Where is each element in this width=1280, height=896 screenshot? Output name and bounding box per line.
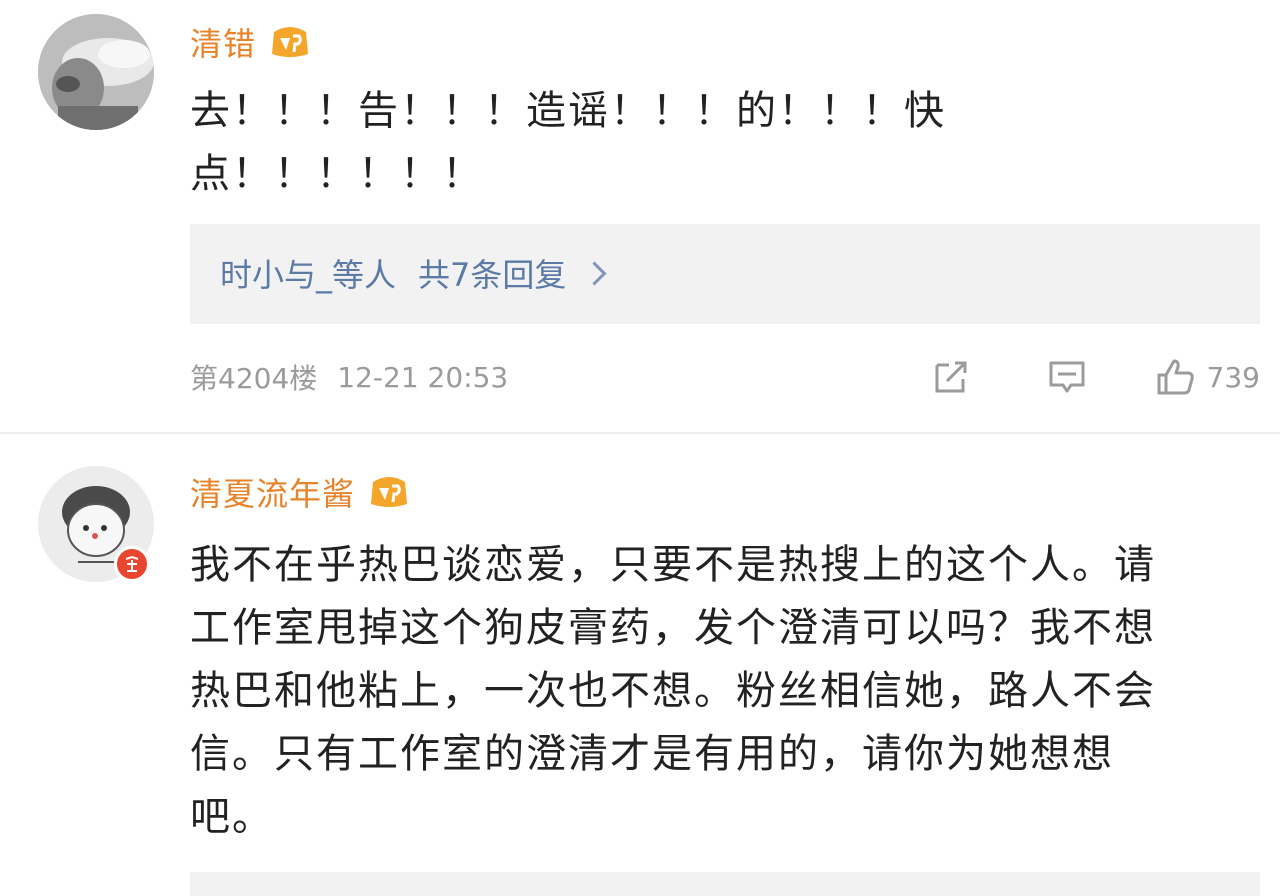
comment-line: 去！！！告！！！造谣！！！的！！！快 xyxy=(190,88,946,134)
comment-icon[interactable] xyxy=(1045,355,1089,399)
username[interactable]: 清夏流年酱 xyxy=(190,469,355,515)
comment-feed: 清错 去！！！告！！！造谣！！！的！！！快 点！！！！！！ 时小与_等人 共7条… xyxy=(0,0,1280,896)
comment-actions: 739 xyxy=(929,352,1260,402)
comment-line: 我不在乎热巴谈恋爱，只要不是热搜上的这个人。请 xyxy=(190,542,1156,588)
comment-line: 吧。 xyxy=(190,794,274,840)
timestamp: 12-21 20:53 xyxy=(337,360,509,394)
avatar[interactable] xyxy=(38,14,154,130)
replies-preview[interactable] xyxy=(190,872,1260,896)
comment-line: 信。只有工作室的澄清才是有用的，请你为她想想 xyxy=(190,731,1114,777)
comment-line: 点！！！！！！ xyxy=(190,151,484,197)
vip-badge-icon xyxy=(367,474,411,510)
comment-text: 我不在乎热巴谈恋爱，只要不是热搜上的这个人。请 工作室甩掉这个狗皮膏药，发个澄清… xyxy=(190,534,1156,849)
replies-preview[interactable]: 时小与_等人 共7条回复 xyxy=(190,224,1260,324)
username-row: 清夏流年酱 xyxy=(190,468,411,516)
divider xyxy=(0,432,1280,434)
username-row: 清错 xyxy=(190,18,312,66)
vip-badge-icon xyxy=(268,24,312,60)
reply-users: 时小与_等人 xyxy=(220,256,397,294)
username[interactable]: 清错 xyxy=(190,19,256,65)
comment-meta: 第4204楼 12-21 20:53 739 xyxy=(190,352,1260,402)
verified-badge-icon xyxy=(114,546,150,582)
floor-number: 第4204楼 xyxy=(190,362,318,395)
reply-count: 共7条回复 xyxy=(418,256,567,294)
share-icon[interactable] xyxy=(929,355,973,399)
comment-line: 工作室甩掉这个狗皮膏药，发个澄清可以吗？我不想 xyxy=(190,605,1156,651)
like-count: 739 xyxy=(1206,360,1260,394)
like-icon[interactable] xyxy=(1153,355,1197,399)
view-replies-link[interactable]: 时小与_等人 共7条回复 xyxy=(220,250,607,296)
comment-text: 去！！！告！！！造谣！！！的！！！快 点！！！！！！ xyxy=(190,80,946,206)
chevron-right-icon xyxy=(582,260,607,286)
comment-line: 热巴和他粘上，一次也不想。粉丝相信她，路人不会 xyxy=(190,668,1156,714)
